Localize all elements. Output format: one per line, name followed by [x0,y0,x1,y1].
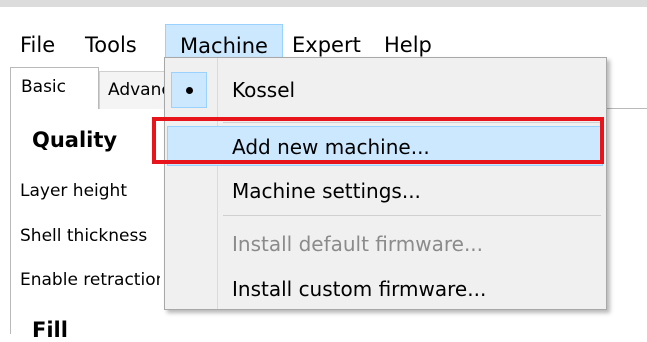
section-heading-fill: Fill [32,318,68,342]
menu-tools[interactable]: Tools [79,24,143,66]
tab-basic[interactable]: Basic [10,67,99,109]
menu-separator [223,215,601,216]
window-top-strip [0,0,647,7]
menu-file[interactable]: File [14,24,61,66]
label-enable-retraction: Enable retraction [20,270,160,290]
machine-dropdown-menu: Kossel Add new machine... Machine settin… [164,57,607,310]
menu-item-machine-settings[interactable]: Machine settings... [165,171,606,211]
menu-item-label: Machine settings... [232,179,421,203]
menu-item-label: Kossel [232,78,296,102]
menu-item-install-default-firmware: Install default firmware... [165,224,606,264]
menu-item-install-custom-firmware[interactable]: Install custom firmware... [165,269,606,309]
menu-item-kossel[interactable]: Kossel [165,70,606,110]
radio-bullet-icon [186,87,193,94]
label-shell-thickness: Shell thickness [20,226,148,246]
section-heading-quality: Quality [32,128,118,152]
menu-item-label: Install default firmware... [232,232,484,256]
checkmark-box [171,72,207,108]
annotation-highlight-box [152,117,604,164]
label-layer-height: Layer height [20,181,127,201]
menu-item-label: Install custom firmware... [232,277,487,301]
